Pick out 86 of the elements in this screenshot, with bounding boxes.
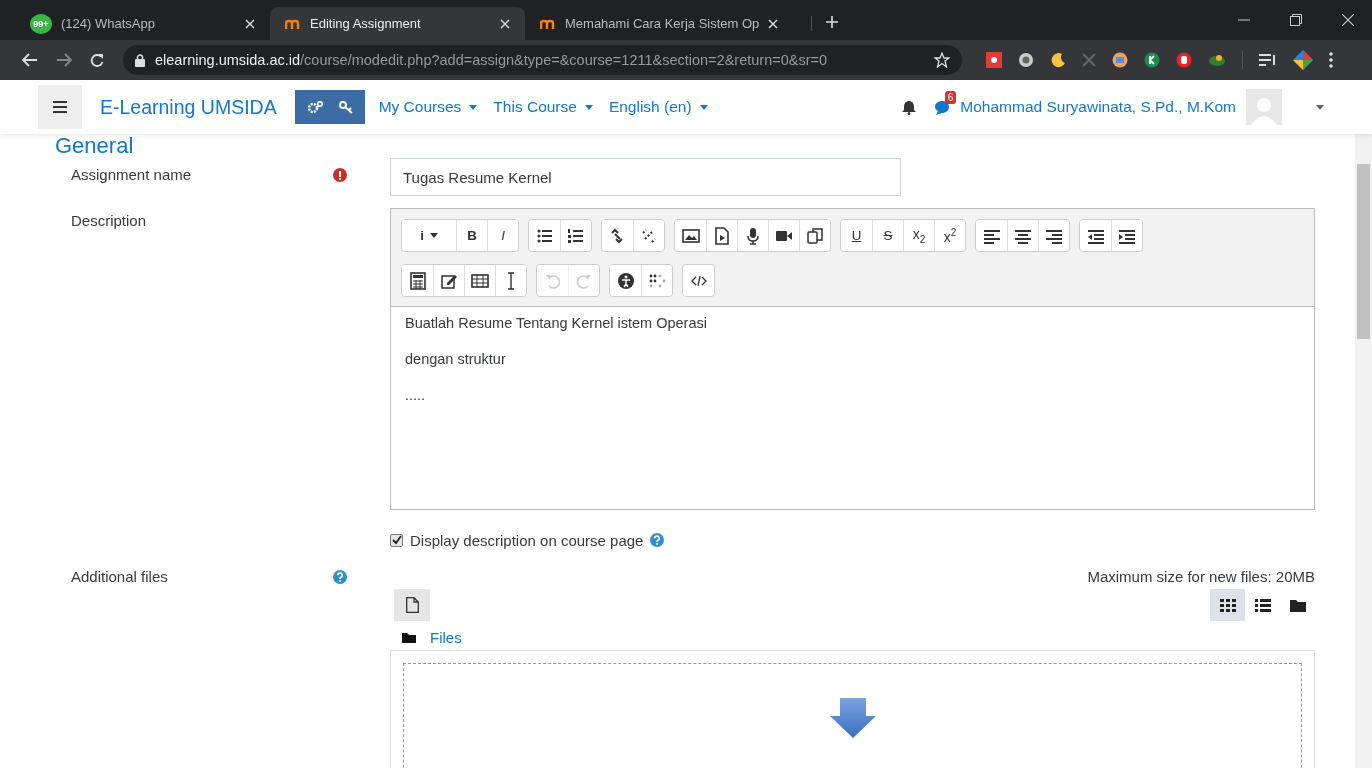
lock-icon	[135, 53, 145, 67]
close-icon	[1342, 14, 1354, 26]
reload-icon	[90, 52, 105, 68]
numbers-tool-button[interactable]	[560, 220, 591, 251]
extension-icon	[1144, 52, 1160, 68]
assignment-name-field[interactable]: Tugas Resume Kernel	[390, 158, 901, 196]
chat-bubble-icon: 99+	[30, 13, 52, 34]
field-label: Assignment name	[71, 165, 193, 185]
chat-icon	[934, 99, 951, 115]
align-right-tool-button[interactable]	[1038, 220, 1069, 251]
view-toggle-button[interactable]	[1210, 589, 1245, 621]
playlist-icon	[1259, 53, 1277, 67]
accessibility-icon	[616, 271, 635, 290]
add-file-button[interactable]	[394, 589, 430, 621]
indent-tool-button[interactable]	[1111, 220, 1142, 251]
close-icon	[500, 18, 510, 29]
checkbox-label[interactable]: Display description on course page	[410, 531, 644, 549]
copy-tool-button[interactable]	[799, 220, 830, 251]
more-icon	[1329, 52, 1333, 68]
file-icon	[405, 597, 419, 613]
menu-icon	[53, 101, 67, 113]
extension-icon	[1018, 52, 1034, 68]
plus-icon	[826, 16, 839, 28]
nav-menu[interactable]: This Course	[493, 98, 593, 116]
bell-icon	[902, 99, 917, 115]
extension-icon	[986, 52, 1002, 68]
nav-menu[interactable]: English (en)	[608, 98, 708, 116]
required-icon	[333, 168, 347, 182]
close-icon	[768, 18, 779, 29]
browser-tab[interactable]: Editing Assignment	[270, 7, 525, 40]
cursor-tool-button[interactable]	[495, 265, 526, 296]
scrollbar[interactable]	[1355, 134, 1372, 768]
close-icon	[245, 18, 255, 29]
field-label: Additional files	[71, 567, 169, 587]
caret-icon	[584, 104, 593, 110]
back-icon	[22, 53, 38, 67]
help-icon	[333, 570, 347, 584]
site-name[interactable]: E-Learning UMSIDA	[100, 95, 277, 119]
editor-text-area[interactable]: Buatlah Resume Tentang Kernel istem Operasi dengan struktur .....	[391, 307, 1314, 509]
field-label: Description	[71, 211, 148, 231]
editor-paragraph: .....	[405, 387, 427, 403]
editor-paragraph: Buatlah Resume Tentang Kernel istem Operasi	[405, 315, 708, 331]
extension-icon	[1208, 53, 1226, 67]
numbered-list-icon	[567, 226, 585, 245]
calculator-icon	[408, 271, 427, 290]
folder-icon	[1289, 597, 1306, 613]
star-icon	[934, 52, 950, 68]
tools-button-group[interactable]	[294, 90, 365, 124]
html-tool-button[interactable]	[683, 265, 714, 296]
message-count-badge: 6	[944, 91, 957, 104]
folder-icon	[402, 632, 416, 643]
restore-icon	[1290, 14, 1302, 26]
forward-icon	[56, 53, 72, 67]
menu-button[interactable]	[38, 85, 82, 129]
cogs-icon	[306, 100, 323, 114]
max-size-text: Maximum size for new files: 20MB	[1086, 567, 1315, 585]
checkbox[interactable]	[390, 533, 403, 547]
caret-icon	[699, 104, 708, 110]
key-icon	[338, 100, 353, 114]
caret-icon	[429, 233, 438, 238]
folder-path-link[interactable]: Files	[430, 629, 462, 646]
moon-icon	[1050, 52, 1066, 68]
browser-tab[interactable]: Memahami Cara Kerja Sistem Op	[525, 7, 794, 40]
x-icon	[1082, 53, 1096, 67]
list-icon	[1254, 597, 1271, 613]
editor-paragraph: dengan struktur	[405, 351, 507, 367]
microphone-icon	[744, 226, 762, 245]
browser-tab[interactable]: 99+ (124) WhatsApp	[15, 7, 270, 40]
nav-menu[interactable]: My Courses	[378, 98, 478, 116]
image-icon	[681, 226, 700, 245]
user-name[interactable]: Mohammad Suryawinata, S.Pd., M.Kom	[960, 98, 1236, 116]
colorful-extension-icon	[1293, 50, 1313, 70]
table-icon	[471, 271, 489, 290]
address-bar[interactable]: elearning.umsida.ac.id/course/modedit.php?add=assign&type=&course=1211&section=2&return=0&sr=0	[123, 45, 962, 75]
help-icon	[650, 533, 665, 547]
caret-icon	[1316, 104, 1324, 110]
sup-tool-button[interactable]: x$^{2}$	[934, 220, 965, 251]
grid-icon	[1219, 597, 1236, 613]
copy-icon	[806, 226, 824, 245]
caret-icon	[469, 104, 478, 110]
media-file-icon	[713, 226, 731, 245]
section-heading[interactable]: General	[55, 134, 1355, 158]
down-arrow-icon	[829, 698, 876, 738]
extension-icon	[1112, 52, 1128, 68]
check-icon	[391, 535, 402, 545]
italic-tool-button[interactable]: I	[487, 220, 518, 251]
